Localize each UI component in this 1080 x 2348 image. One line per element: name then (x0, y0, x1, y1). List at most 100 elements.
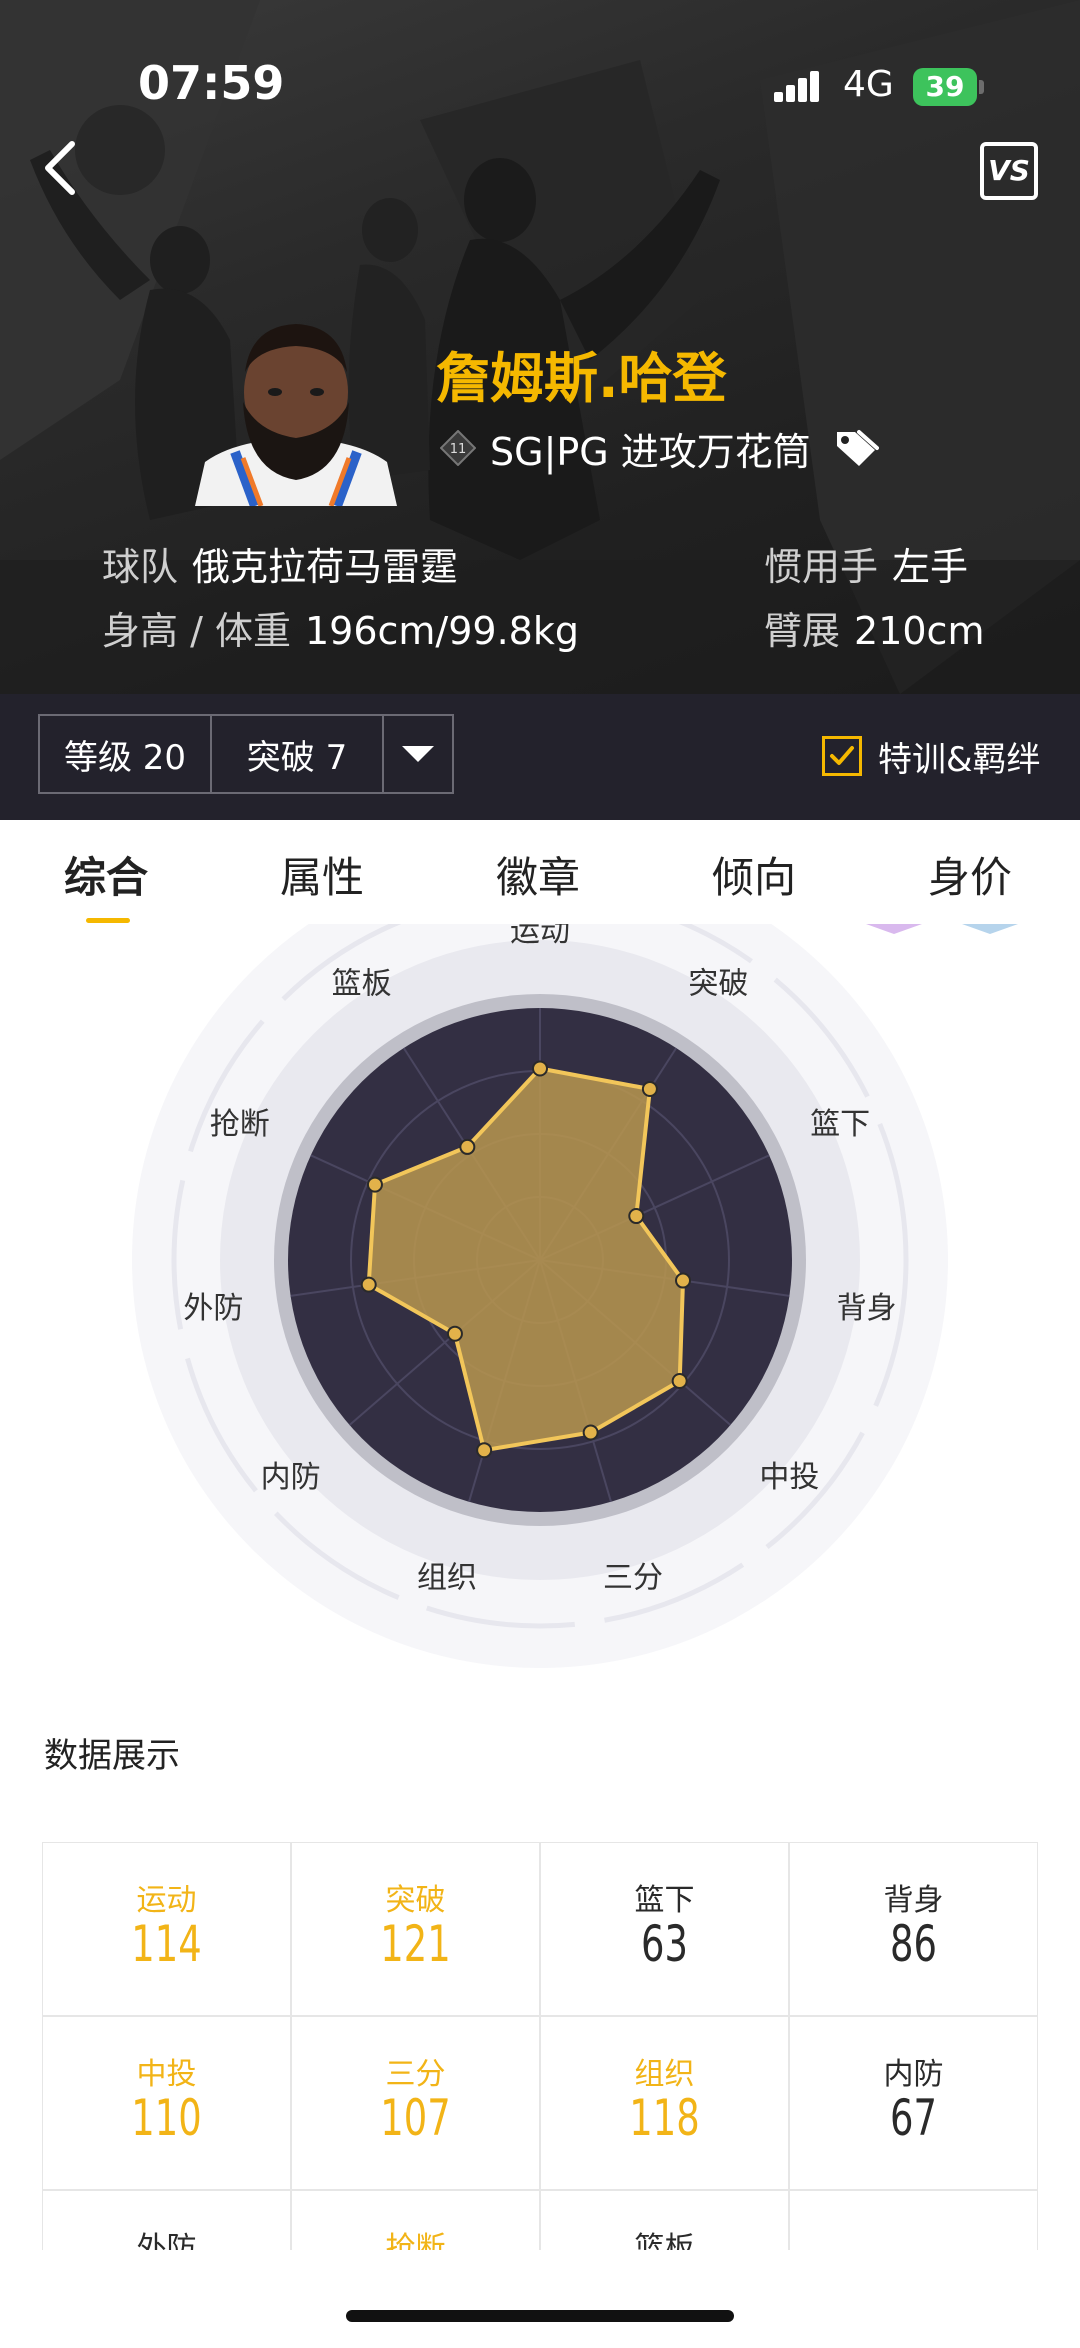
tab-value[interactable]: 身价 (928, 844, 1012, 905)
stat-value: 107 (380, 2089, 451, 2147)
height-weight-info: 身高 / 体重 196cm/99.8kg (102, 600, 579, 655)
hand-value: 左手 (892, 545, 969, 589)
stat-label: 运动 (136, 1883, 197, 1918)
stat-label: 抢断 (385, 2231, 446, 2250)
stat-cell: 三分 107 (291, 2016, 540, 2190)
radar-point (366, 1176, 383, 1193)
stat-label: 中投 (136, 2057, 197, 2092)
radar-axis-label: 外防 (183, 1291, 243, 1326)
radar-point (446, 1325, 463, 1342)
position-row: 11 SG|PG 进攻万花筒 (440, 424, 879, 474)
player-avatar (195, 324, 397, 506)
cellular-signal-icon (774, 71, 819, 102)
height-weight-value: 196cm/99.8kg (304, 609, 579, 653)
stat-cell: 篮下 63 (540, 1842, 789, 2016)
team-label: 球队 (102, 545, 179, 589)
radar-point (360, 1276, 377, 1293)
rank-badge-icon: 11 (440, 430, 476, 466)
radar-axis-label: 中投 (759, 1460, 819, 1495)
radar-axis-label: 组织 (417, 1561, 477, 1596)
stat-label: 三分 (385, 2057, 446, 2092)
player-name: 詹姆斯.哈登 (436, 347, 727, 410)
radar-chart: 运动 突破 篮下 背身 中投 三分 组织 内防 外防 抢断 篮板 (0, 924, 1080, 1684)
battery-nub (979, 80, 984, 94)
stats-section-title: 数据展示 (44, 1736, 180, 1776)
radar-point (459, 1138, 476, 1155)
radar-svg: 运动突破篮下背身中投三分 组织 内防 外防 抢断 篮板 (132, 924, 1018, 1668)
tab-bar: 综合 属性 徽章 倾向 身价 (0, 820, 1080, 924)
hand-info: 惯用手 左手 (764, 536, 968, 591)
stat-cell-empty (789, 2190, 1038, 2250)
training-label: 特训&羁绊 (878, 739, 1041, 780)
home-indicator[interactable] (346, 2310, 734, 2322)
stats-grid: 运动 114 突破 121 篮下 63 背身 86 中投 110 三分 107 组织 118 内防 67 外防抢… (42, 1842, 1038, 2250)
vs-label: VS (988, 154, 1030, 187)
rank-badge-number: 11 (450, 442, 467, 457)
radar-point (628, 1208, 645, 1225)
chevron-left-icon (45, 141, 75, 195)
stat-label: 篮下 (634, 1883, 695, 1918)
battery-level: 39 (913, 68, 977, 106)
player-hero: 07:59 4G 39 VS 詹姆斯.哈登 11 SG|PG 进攻万花筒 球队 … (0, 0, 1080, 694)
radar-point (641, 1080, 658, 1097)
stat-value: 86 (890, 1915, 937, 1973)
badge-tab-blue (962, 924, 1018, 934)
caret-down-icon (402, 746, 434, 762)
stat-cell: 背身 86 (789, 1842, 1038, 2016)
radar-point (675, 1272, 692, 1289)
stat-label: 背身 (883, 1883, 944, 1918)
stat-value: 118 (629, 2089, 700, 2147)
badge-tab-purple (866, 924, 922, 934)
wingspan-value: 210cm (854, 609, 985, 653)
team-info: 球队 俄克拉荷马雷霆 (102, 536, 458, 591)
wingspan-label: 臂展 (764, 609, 841, 653)
wingspan-info: 臂展 210cm (764, 600, 984, 655)
breakthrough-selector[interactable]: 突破 7 (210, 714, 384, 794)
stat-cell: 篮板 (540, 2190, 789, 2250)
radar-axis-label: 背身 (837, 1291, 897, 1326)
stat-cell: 运动 114 (42, 1842, 291, 2016)
radar-point (532, 1060, 548, 1077)
radar-point (582, 1424, 599, 1441)
stat-cell: 外防 (42, 2190, 291, 2250)
team-value: 俄克拉荷马雷霆 (192, 545, 459, 589)
stat-value: 63 (641, 1915, 688, 1973)
radar-axis-label: 内防 (261, 1460, 321, 1495)
network-type: 4G (843, 64, 894, 105)
stat-cell: 内防 67 (789, 2016, 1038, 2190)
tab-tendencies[interactable]: 倾向 (712, 844, 796, 905)
radar-axis-label: 突破 (688, 966, 748, 1001)
training-bond-toggle[interactable]: 特训&羁绊 (822, 734, 1041, 780)
stat-label: 外防 (136, 2231, 197, 2250)
status-time: 07:59 (138, 56, 285, 110)
level-selector[interactable]: 等级 20 (38, 714, 212, 794)
training-checkbox[interactable] (822, 736, 862, 776)
radar-point (476, 1442, 493, 1459)
status-bar: 07:59 4G 39 (0, 0, 1080, 130)
tab-overview[interactable]: 综合 (64, 844, 148, 905)
compare-vs-button[interactable]: VS (980, 142, 1038, 200)
height-weight-label: 身高 / 体重 (102, 609, 291, 653)
tag-icon[interactable] (833, 428, 879, 468)
radar-axis-label: 运动 (510, 924, 570, 949)
position-archetype: SG|PG 进攻万花筒 (490, 429, 811, 474)
stat-value: 114 (131, 1915, 202, 1973)
stat-label: 篮板 (634, 2231, 695, 2250)
radar-point (671, 1373, 688, 1390)
stat-label: 组织 (634, 2057, 695, 2092)
level-dropdown-button[interactable] (382, 714, 454, 794)
hand-label: 惯用手 (764, 545, 879, 589)
stat-cell: 突破 121 (291, 1842, 540, 2016)
radar-axis-label: 篮板 (332, 966, 392, 1001)
stat-cell: 中投 110 (42, 2016, 291, 2190)
stat-value: 121 (380, 1915, 451, 1973)
stat-label: 突破 (385, 1883, 446, 1918)
tab-badges[interactable]: 徽章 (496, 844, 580, 905)
check-icon (830, 746, 854, 765)
stat-label: 内防 (883, 2057, 944, 2092)
stat-value: 67 (890, 2089, 937, 2147)
tab-attributes[interactable]: 属性 (280, 844, 364, 905)
radar-axis-label: 抢断 (210, 1107, 270, 1142)
back-button[interactable] (36, 138, 86, 198)
radar-axis-label: 三分 (603, 1561, 663, 1596)
